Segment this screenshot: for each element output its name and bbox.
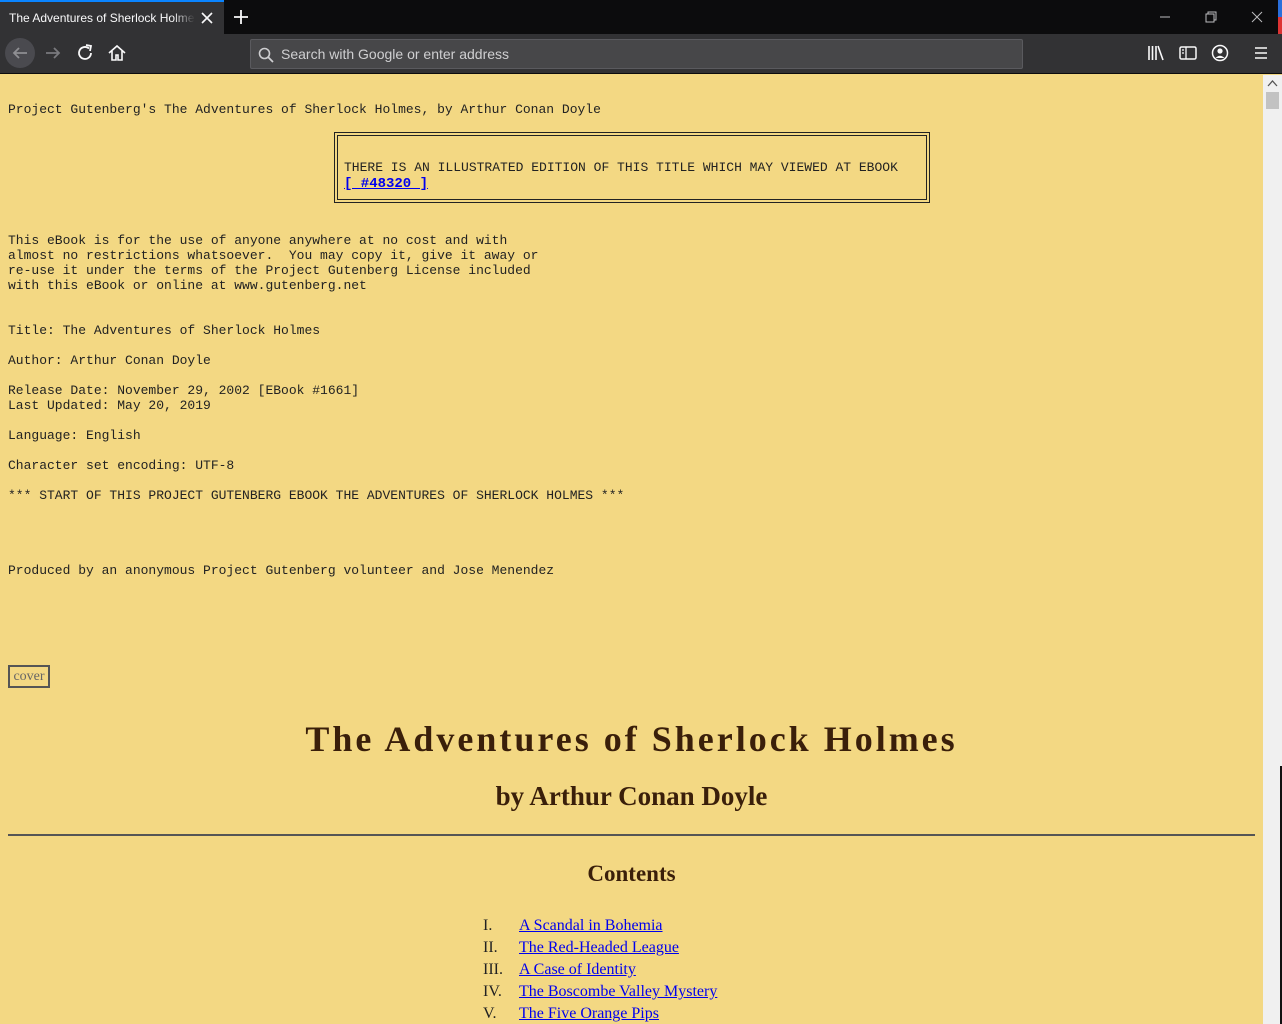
- tab-bar: The Adventures of Sherlock Holmes, by Ar…: [0, 0, 1282, 34]
- back-button[interactable]: [5, 38, 35, 68]
- cover-image: cover: [8, 665, 50, 688]
- back-arrow-icon: [12, 47, 27, 59]
- window-edge: [1278, 0, 1282, 34]
- illustrated-edition-notice: THERE IS AN ILLUSTRATED EDITION OF THIS …: [334, 132, 930, 203]
- toc-link[interactable]: A Case of Identity: [519, 961, 636, 979]
- account-icon[interactable]: [1209, 42, 1231, 64]
- byline: by Arthur Conan Doyle: [495, 781, 768, 811]
- library-icon[interactable]: [1145, 42, 1167, 64]
- produced-line: Produced by an anonymous Project Gutenbe…: [8, 563, 555, 578]
- title-line: Title: The Adventures of Sherlock Holmes: [8, 323, 321, 338]
- new-tab-icon[interactable]: [230, 6, 252, 28]
- language-line: Language: English: [8, 428, 141, 443]
- search-icon: [258, 47, 274, 63]
- toc-number: IV.: [483, 983, 502, 1000]
- toc-link[interactable]: The Red-Headed League: [519, 939, 679, 957]
- tab-title: The Adventures of Sherlock Holmes, by Ar…: [9, 11, 195, 25]
- toc-number: I.: [483, 917, 493, 934]
- toc-number: V.: [483, 1005, 497, 1022]
- toc-number: II.: [483, 939, 498, 956]
- start-line: *** START OF THIS PROJECT GUTENBERG EBOO…: [8, 488, 625, 503]
- page-content: Project Gutenberg's The Adventures of Sh…: [0, 75, 1263, 1024]
- menu-icon[interactable]: [1250, 42, 1272, 64]
- license-text: This eBook is for the use of anyone anyw…: [8, 233, 539, 293]
- close-tab-icon[interactable]: [198, 9, 216, 27]
- navigation-toolbar: [0, 34, 1282, 74]
- author-line: Author: Arthur Conan Doyle: [8, 353, 211, 368]
- book-title: The Adventures of Sherlock Holmes: [305, 719, 958, 759]
- active-tab[interactable]: The Adventures of Sherlock Holmes, by Ar…: [0, 0, 224, 34]
- toc-link[interactable]: The Boscombe Valley Mystery: [519, 983, 717, 1001]
- dates-text: Release Date: November 29, 2002 [EBook #…: [8, 383, 360, 413]
- toc-link[interactable]: A Scandal in Bohemia: [519, 917, 663, 935]
- toc-number: III.: [483, 961, 503, 978]
- restore-icon[interactable]: [1200, 6, 1222, 28]
- forward-arrow-icon[interactable]: [42, 42, 64, 64]
- notice-text: THERE IS AN ILLUSTRATED EDITION OF THIS …: [344, 160, 898, 175]
- toc-link[interactable]: The Five Orange Pips: [519, 1005, 659, 1023]
- reload-icon[interactable]: [74, 42, 96, 64]
- scrollbar-thumb[interactable]: [1266, 92, 1279, 109]
- ebook-48320-link[interactable]: [ #48320 ]: [344, 176, 428, 192]
- address-input[interactable]: [281, 44, 1011, 64]
- close-window-icon[interactable]: [1246, 6, 1268, 28]
- minimize-icon[interactable]: [1154, 6, 1176, 28]
- sidebar-icon[interactable]: [1177, 42, 1199, 64]
- home-icon[interactable]: [106, 42, 128, 64]
- contents-heading: Contents: [587, 861, 676, 886]
- encoding-line: Character set encoding: UTF-8: [8, 458, 235, 473]
- scroll-up-arrow-icon[interactable]: [1263, 75, 1282, 92]
- header-line: Project Gutenberg's The Adventures of Sh…: [8, 102, 601, 117]
- address-bar[interactable]: [250, 39, 1023, 69]
- divider: [8, 834, 1255, 836]
